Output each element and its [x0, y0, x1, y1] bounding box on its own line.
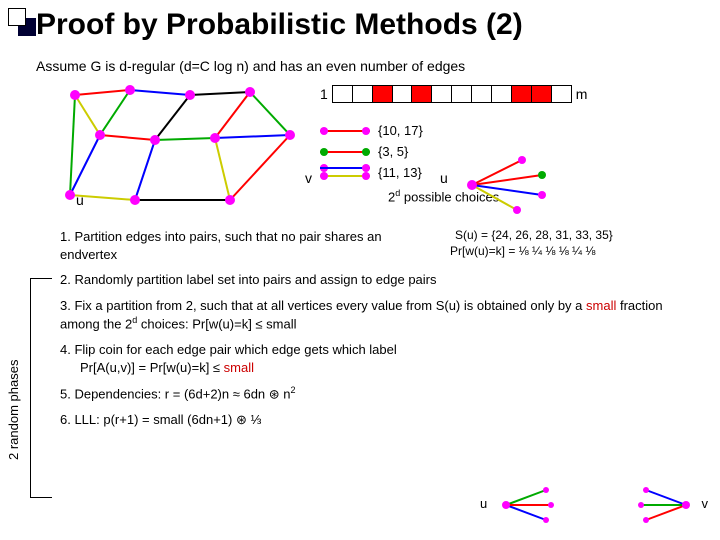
u-left-label: u — [76, 192, 84, 208]
steps-list: 1. Partition edges into pairs, such that… — [60, 228, 700, 437]
set-a: {10, 17} — [378, 123, 423, 138]
bottom-v: v — [702, 496, 709, 511]
step-2: 2. Randomly partition label set into pai… — [60, 271, 700, 289]
u-star-graph — [462, 150, 602, 220]
v-label: v — [305, 170, 312, 186]
step-3: 3. Fix a partition from 2, such that at … — [60, 297, 700, 333]
slide-title: Proof by Probabilistic Methods (2) — [36, 8, 523, 42]
label-bar — [332, 85, 572, 103]
subtitle: Assume G is d-regular (d=C log n) and ha… — [36, 58, 465, 74]
step-5: 5. Dependencies: r = (6d+2)n ≈ 6dn ⊛ n2 — [60, 384, 700, 403]
bottom-graph — [496, 480, 696, 530]
side-label: 2 random phases — [6, 360, 21, 460]
phase-bracket — [30, 278, 31, 498]
set-c: {11, 13} — [378, 165, 422, 180]
bottom-u: u — [480, 496, 487, 511]
step-1: 1. Partition edges into pairs, such that… — [60, 228, 430, 263]
bar-start: 1 — [320, 86, 328, 102]
step-6: 6. LLL: p(r+1) = small (6dn+1) ⊛ ⅓ — [60, 411, 700, 429]
bar-end: m — [576, 86, 588, 102]
set-b: {3, 5} — [378, 144, 408, 159]
step-4: 4. Flip coin for each edge pair which ed… — [60, 341, 700, 376]
u-label: u — [440, 170, 448, 186]
left-graph — [60, 80, 310, 220]
